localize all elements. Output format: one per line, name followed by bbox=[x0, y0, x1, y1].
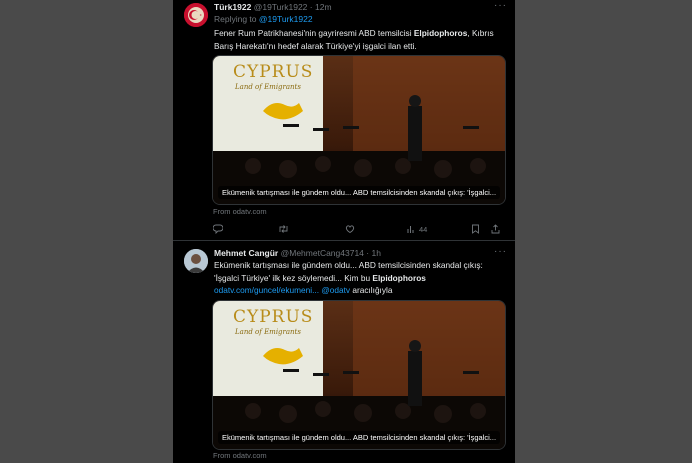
more-options-icon[interactable]: ··· bbox=[494, 0, 507, 11]
author-name[interactable]: Türk1922 bbox=[214, 2, 251, 12]
card-source[interactable]: From odatv.com bbox=[213, 207, 267, 216]
tweet-text: Fener Rum Patrikhanesi'nin gayriresmi AB… bbox=[214, 27, 501, 52]
tweet-text-part: Ekümenik tartışması ile gündem oldu... A… bbox=[214, 260, 483, 283]
heart-icon bbox=[345, 225, 355, 234]
card-banner-title: CYPRUS bbox=[233, 307, 314, 327]
card-caption: Ekümenik tartışması ile gündem oldu... A… bbox=[218, 431, 501, 444]
tweet-text-bold: Elpidophoros bbox=[413, 28, 468, 38]
avatar[interactable] bbox=[184, 249, 208, 273]
card-source[interactable]: From odatv.com bbox=[213, 451, 267, 460]
card-banner-title: CYPRUS bbox=[233, 62, 314, 82]
tweet-text-part: Fener Rum Patrikhanesi'nin gayriresmi AB… bbox=[214, 28, 414, 38]
tweet-header: Mehmet Cangür @MehmetCang43714 · 1h bbox=[214, 247, 497, 259]
separator: · bbox=[366, 248, 370, 258]
share-button[interactable] bbox=[491, 222, 500, 236]
views-count: 44 bbox=[419, 224, 428, 234]
bookmark-icon bbox=[472, 224, 479, 234]
replying-handle-link[interactable]: @19Turk1922 bbox=[259, 14, 313, 24]
views-button[interactable]: 44 bbox=[406, 222, 427, 236]
timeline-panel: Türk1922 @19Turk1922 · 12m ··· Replying … bbox=[173, 0, 515, 463]
via-suffix: aracılığıyla bbox=[350, 285, 393, 295]
share-icon bbox=[491, 224, 500, 234]
card-banner-subtitle: Land of Emigrants bbox=[235, 83, 301, 91]
reply-button[interactable] bbox=[213, 222, 226, 236]
avatar[interactable] bbox=[184, 3, 208, 27]
tweet-header: Türk1922 @19Turk1922 · 12m bbox=[214, 1, 497, 13]
author-handle[interactable]: @19Turk1922 bbox=[254, 2, 308, 12]
tweet-reply[interactable]: Türk1922 @19Turk1922 · 12m ··· Replying … bbox=[173, 0, 515, 240]
tweet-time[interactable]: 1h bbox=[372, 248, 381, 258]
action-bar: 44 bbox=[213, 222, 503, 236]
author-name[interactable]: Mehmet Cangür bbox=[214, 248, 278, 258]
card-caption: Ekümenik tartışması ile gündem oldu... A… bbox=[218, 186, 501, 199]
card-banner-subtitle: Land of Emigrants bbox=[235, 328, 301, 336]
replying-to: Replying to @19Turk1922 bbox=[214, 13, 313, 25]
retweet-icon bbox=[279, 225, 288, 233]
like-button[interactable] bbox=[345, 222, 358, 236]
tweet-time[interactable]: 12m bbox=[315, 2, 332, 12]
author-handle[interactable]: @MehmetCang43714 bbox=[281, 248, 364, 258]
tweet-text: Ekümenik tartışması ile gündem oldu... A… bbox=[214, 259, 501, 297]
via-handle-link[interactable]: @odatv bbox=[321, 285, 350, 295]
separator: · bbox=[309, 2, 313, 12]
reply-icon bbox=[213, 224, 223, 234]
link-card[interactable]: CYPRUS Land of Emigrants Ekümenik tartış… bbox=[212, 300, 506, 450]
tweet[interactable]: Mehmet Cangür @MehmetCang43714 · 1h ··· … bbox=[173, 240, 515, 463]
replying-prefix: Replying to bbox=[214, 14, 259, 24]
bookmark-button[interactable] bbox=[471, 222, 480, 236]
retweet-button[interactable] bbox=[278, 222, 292, 236]
more-options-icon[interactable]: ··· bbox=[494, 246, 507, 257]
link-card[interactable]: CYPRUS Land of Emigrants Ekümenik tartış… bbox=[212, 55, 506, 205]
views-icon bbox=[407, 226, 414, 233]
article-link[interactable]: odatv.com/guncel/ekumeni... bbox=[214, 285, 319, 295]
tweet-text-bold: Elpidophoros bbox=[372, 272, 426, 283]
